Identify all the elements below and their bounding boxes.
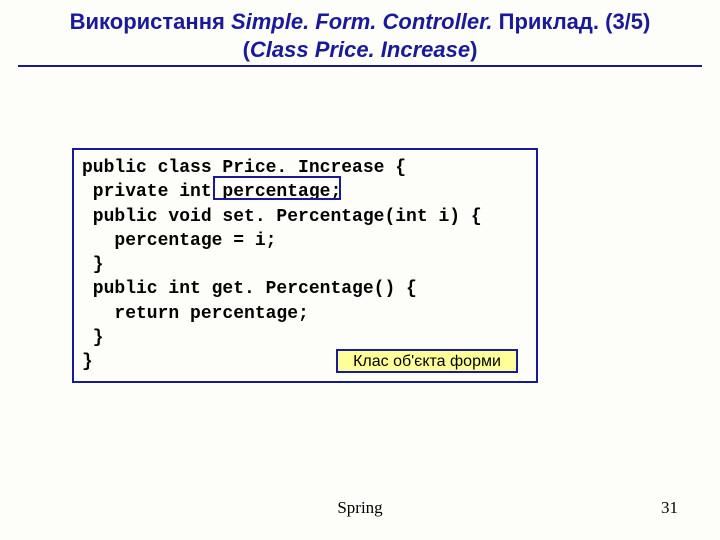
title-block: Використання Simple. Form. Controller. П…	[0, 0, 720, 63]
code-line: }	[82, 352, 93, 372]
code-line: public int get. Percentage() {	[82, 279, 417, 299]
title-text-1: Використання	[70, 9, 231, 34]
annotation-text: Клас об'єкта форми	[353, 353, 501, 370]
title-italic-2: Class Price. Increase	[250, 37, 470, 62]
code-line: percentage = i;	[82, 231, 276, 251]
title-underline	[18, 65, 702, 67]
title-text-3: (	[243, 37, 250, 62]
footer-text: Spring	[337, 498, 382, 517]
slide: Використання Simple. Form. Controller. П…	[0, 0, 720, 540]
code-line: }	[82, 255, 104, 275]
code-line: return percentage;	[82, 304, 309, 324]
code-line: }	[82, 328, 104, 348]
code-line: public class Price. Increase {	[82, 158, 406, 178]
code-line: public void set. Percentage(int i) {	[82, 207, 482, 227]
annotation-label: Клас об'єкта форми	[336, 349, 518, 373]
title-text-4: )	[470, 37, 477, 62]
slide-title: Використання Simple. Form. Controller. П…	[18, 8, 702, 63]
title-italic-1: Simple. Form. Controller.	[231, 9, 499, 34]
page-number-text: 31	[661, 498, 678, 517]
highlight-percentage	[213, 176, 341, 200]
title-text-2: Приклад. (3/5)	[499, 9, 651, 34]
page-number: 31	[661, 498, 678, 518]
footer-center: Spring	[0, 498, 720, 518]
